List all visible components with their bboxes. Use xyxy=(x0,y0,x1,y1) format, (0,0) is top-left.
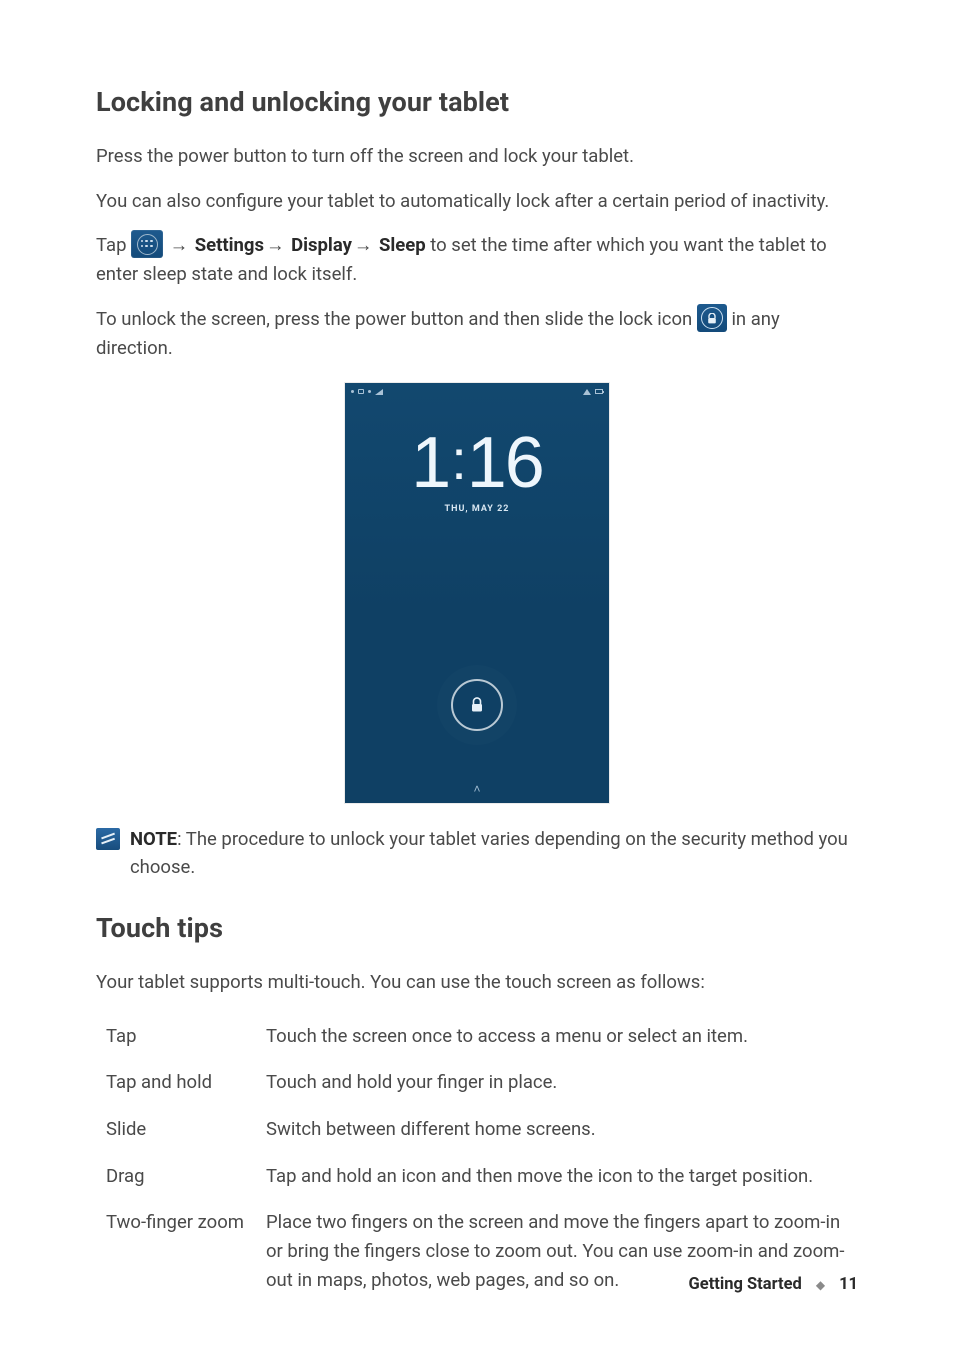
touch-term: Slide xyxy=(106,1106,266,1153)
clock-minute: 16 xyxy=(467,423,543,503)
para-auto-lock: You can also configure your tablet to au… xyxy=(96,187,858,216)
lockscreen-clock: 1:16 xyxy=(345,427,609,499)
text: Tap xyxy=(96,234,131,256)
touch-intro: Your tablet supports multi-touch. You ca… xyxy=(96,968,858,997)
note-text: NOTE: The procedure to unlock your table… xyxy=(130,825,858,882)
clock-hour: 1 xyxy=(411,423,449,503)
touch-term: Tap xyxy=(106,1013,266,1060)
touch-desc: Touch the screen once to access a menu o… xyxy=(266,1013,868,1060)
footer-chapter: Getting Started xyxy=(689,1272,802,1298)
status-card-icon xyxy=(358,389,364,394)
arrow-icon: → xyxy=(168,234,191,255)
lock-icon xyxy=(697,304,727,332)
table-row: Tap Touch the screen once to access a me… xyxy=(106,1013,868,1060)
chevron-up-icon: ˄ xyxy=(473,780,480,799)
wifi-icon xyxy=(583,389,591,395)
status-bar xyxy=(345,383,609,399)
manual-page: Locking and unlocking your tablet Press … xyxy=(0,0,954,1354)
page-footer: Getting Started ◆ 11 xyxy=(689,1272,858,1298)
touch-desc: Switch between different home screens. xyxy=(266,1106,868,1153)
text: : The procedure to unlock your tablet va… xyxy=(130,828,848,879)
touch-term: Two-finger zoom xyxy=(106,1199,266,1303)
text: To unlock the screen, press the power bu… xyxy=(96,308,697,330)
touch-term: Drag xyxy=(106,1153,266,1200)
touch-table: Tap Touch the screen once to access a me… xyxy=(106,1013,868,1304)
heading-touch-tips: Touch tips xyxy=(96,908,858,950)
battery-icon xyxy=(595,389,603,394)
arrow-icon: → xyxy=(352,234,375,255)
note-icon xyxy=(96,828,120,850)
nav-display: Display xyxy=(291,234,352,256)
heading-locking: Locking and unlocking your tablet xyxy=(96,82,858,124)
arrow-icon: → xyxy=(264,234,287,255)
touch-desc: Touch and hold your finger in place. xyxy=(266,1059,868,1106)
para-power-button: Press the power button to turn off the s… xyxy=(96,142,858,171)
lockscreen-figure: 1:16 THU, MAY 22 ˄ xyxy=(96,383,858,803)
status-dot-icon xyxy=(368,390,371,393)
status-dot-icon xyxy=(351,390,354,393)
apps-icon xyxy=(131,230,163,258)
status-signal-icon xyxy=(375,389,383,395)
footer-page-number: 11 xyxy=(839,1272,858,1298)
diamond-icon: ◆ xyxy=(816,1276,825,1295)
para-unlock: To unlock the screen, press the power bu… xyxy=(96,305,858,363)
lockscreen-date: THU, MAY 22 xyxy=(345,503,609,517)
touch-desc: Tap and hold an icon and then move the i… xyxy=(266,1153,868,1200)
nav-settings: Settings xyxy=(195,234,264,256)
touch-term: Tap and hold xyxy=(106,1059,266,1106)
lock-slider-icon xyxy=(451,679,503,731)
table-row: Slide Switch between different home scre… xyxy=(106,1106,868,1153)
lockscreen: 1:16 THU, MAY 22 ˄ xyxy=(345,383,609,803)
para-sleep-path: Tap → Settings→ Display→ Sleep to set th… xyxy=(96,231,858,289)
note-block: NOTE: The procedure to unlock your table… xyxy=(96,825,858,882)
table-row: Tap and hold Touch and hold your finger … xyxy=(106,1059,868,1106)
note-label: NOTE xyxy=(130,828,177,850)
nav-sleep: Sleep xyxy=(379,234,426,256)
table-row: Drag Tap and hold an icon and then move … xyxy=(106,1153,868,1200)
